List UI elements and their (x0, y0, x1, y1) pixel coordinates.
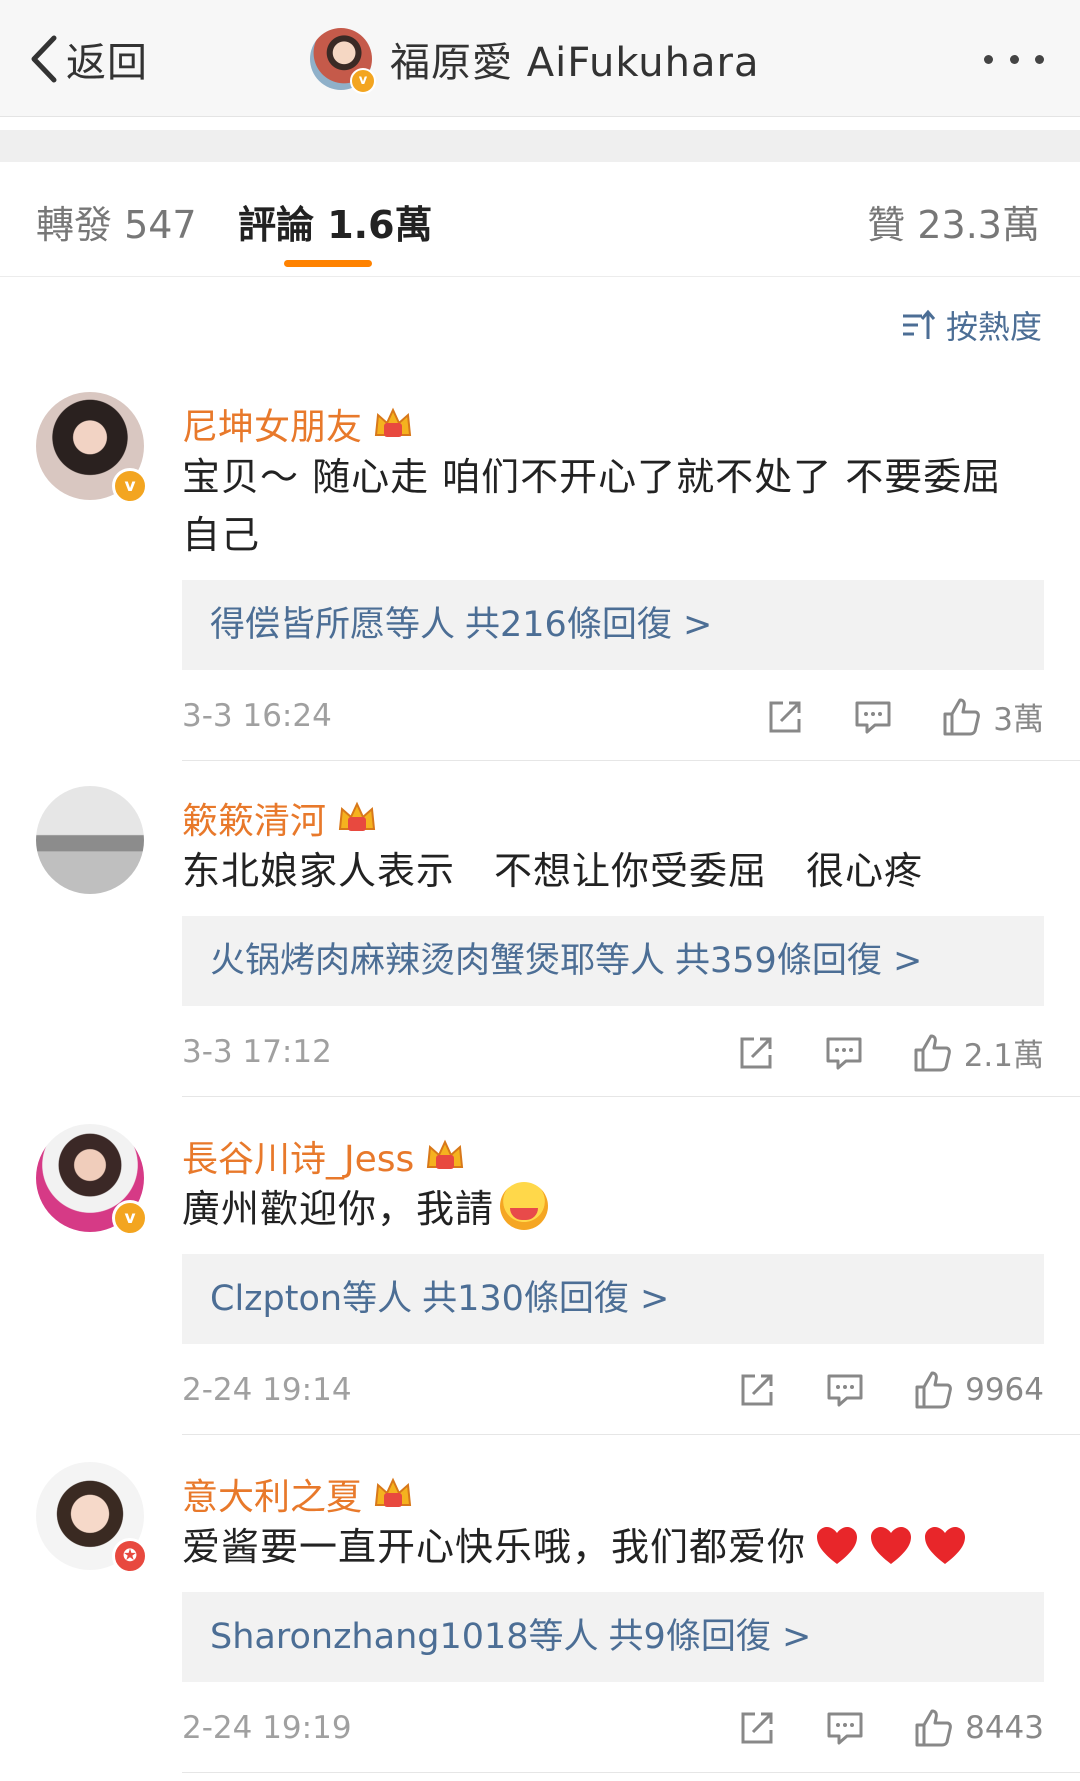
page-title-text: 福原愛 AiFukuhara (390, 40, 760, 86)
replies-names: Clzpton等人 (210, 1279, 413, 1319)
replies-names: 得偿皆所愿等人 (210, 605, 456, 645)
share-icon[interactable] (735, 1368, 779, 1412)
comment-meta: 3-3 17:12 2.1萬 (182, 1030, 1044, 1080)
replies-count: 共130條回復 > (422, 1279, 670, 1319)
back-button[interactable]: 返回 (26, 28, 148, 90)
comment-time: 3-3 16:24 (182, 698, 332, 734)
comment-meta: 2-24 19:14 9964 (182, 1368, 1044, 1418)
back-label: 返回 (66, 40, 148, 86)
active-tab-indicator (284, 260, 372, 267)
comment-text: 廣州歡迎你，我請 (182, 1180, 1032, 1238)
share-icon[interactable] (735, 1706, 779, 1750)
heart-emoji-icon (925, 1527, 966, 1564)
dot-icon (1035, 54, 1044, 64)
page-title[interactable]: v 福原愛 AiFukuhara (310, 28, 760, 94)
tab-reposts[interactable]: 轉發 547 (36, 194, 197, 249)
chevron-left-icon (31, 35, 57, 83)
section-divider (0, 130, 1080, 162)
comment-text: 宝贝～ 随心走 咱们不开心了就不处了 不要委屈自己 (182, 455, 1002, 557)
dot-icon (1009, 54, 1019, 64)
comment-icon[interactable] (851, 695, 895, 739)
comment-text: 东北娘家人表示 不想让你受委屈 很心疼 (182, 849, 924, 893)
thumbs-up-icon[interactable] (910, 1031, 954, 1075)
dot-icon (984, 54, 993, 64)
comment-icon[interactable] (823, 1706, 867, 1750)
replies-names: 火锅烤肉麻辣烫肉蟹煲耶等人 (210, 941, 666, 981)
replies-link[interactable]: 得偿皆所愿等人 共216條回復 > (182, 580, 1044, 670)
top-nav-bar: 返回 v 福原愛 AiFukuhara (0, 0, 1080, 117)
comment-text-content: 爱酱要一直开心快乐哦，我们都爱你 (182, 1525, 807, 1569)
comment-username[interactable]: 意大利之夏 (182, 1468, 362, 1520)
heart-emoji-icon (817, 1527, 858, 1564)
verified-badge-icon: v (350, 68, 376, 94)
comment-username[interactable]: 簌簌清河 (182, 792, 326, 844)
heart-emoji-icon (871, 1527, 912, 1564)
replies-link[interactable]: 火锅烤肉麻辣烫肉蟹煲耶等人 共359條回復 > (182, 916, 1044, 1006)
thumbs-up-icon[interactable] (911, 1368, 955, 1412)
verified-badge-icon: v (112, 468, 148, 504)
replies-link[interactable]: Clzpton等人 共130條回復 > (182, 1254, 1044, 1344)
vip-badge-icon: ✪ (112, 1538, 148, 1574)
tab-bar: 轉發 547 評論 1.6萬 贊 23.3萬 (0, 162, 1080, 277)
avatar: v (310, 28, 376, 94)
comment-time: 2-24 19:19 (182, 1710, 352, 1746)
like-count: 8443 (965, 1710, 1044, 1746)
comment-username[interactable]: 尼坤女朋友 (182, 398, 362, 450)
comment-icon[interactable] (823, 1368, 867, 1412)
replies-count: 共9條回復 > (608, 1617, 812, 1657)
verified-badge-icon: v (112, 1200, 148, 1236)
thumbs-up-icon[interactable] (939, 695, 983, 739)
divider (182, 1434, 1080, 1435)
crown-badge-icon (374, 407, 412, 437)
like-count: 2.1萬 (963, 1038, 1044, 1074)
sort-by-popularity-button[interactable]: 按熱度 (900, 302, 1042, 348)
share-icon[interactable] (734, 1031, 778, 1075)
tab-likes[interactable]: 贊 23.3萬 (867, 194, 1040, 249)
sort-icon (902, 309, 936, 339)
comment-text: 爱酱要一直开心快乐哦，我们都爱你 (182, 1518, 1032, 1576)
comment-meta: 2-24 19:19 8443 (182, 1706, 1044, 1756)
more-options-button[interactable] (984, 44, 1044, 74)
like-count: 9964 (965, 1372, 1044, 1408)
comment-meta: 3-3 16:24 3萬 (182, 694, 1044, 744)
divider (182, 760, 1080, 761)
thumbs-up-icon[interactable] (911, 1706, 955, 1750)
divider (182, 1772, 1080, 1773)
comment-text-content: 廣州歡迎你，我請 (182, 1187, 495, 1231)
replies-count: 共359條回復 > (675, 941, 923, 981)
crown-badge-icon (338, 801, 376, 831)
replies-count: 共216條回復 > (465, 605, 713, 645)
crown-badge-icon (427, 1139, 464, 1169)
like-count: 3萬 (993, 702, 1044, 738)
comment-time: 3-3 17:12 (182, 1034, 332, 1070)
comment-username[interactable]: 長谷川诗_Jess (182, 1130, 414, 1182)
replies-names: Sharonzhang1018等人 (210, 1617, 599, 1657)
laughing-emoji-icon (500, 1182, 549, 1230)
comment-icon[interactable] (822, 1031, 866, 1075)
replies-link[interactable]: Sharonzhang1018等人 共9條回復 > (182, 1592, 1044, 1682)
avatar[interactable] (36, 786, 144, 894)
share-icon[interactable] (763, 695, 807, 739)
comment-time: 2-24 19:14 (182, 1372, 352, 1408)
divider (182, 1096, 1080, 1097)
crown-badge-icon (374, 1477, 412, 1507)
tab-comments[interactable]: 評論 1.6萬 (238, 194, 433, 249)
sort-label: 按熱度 (945, 308, 1042, 346)
